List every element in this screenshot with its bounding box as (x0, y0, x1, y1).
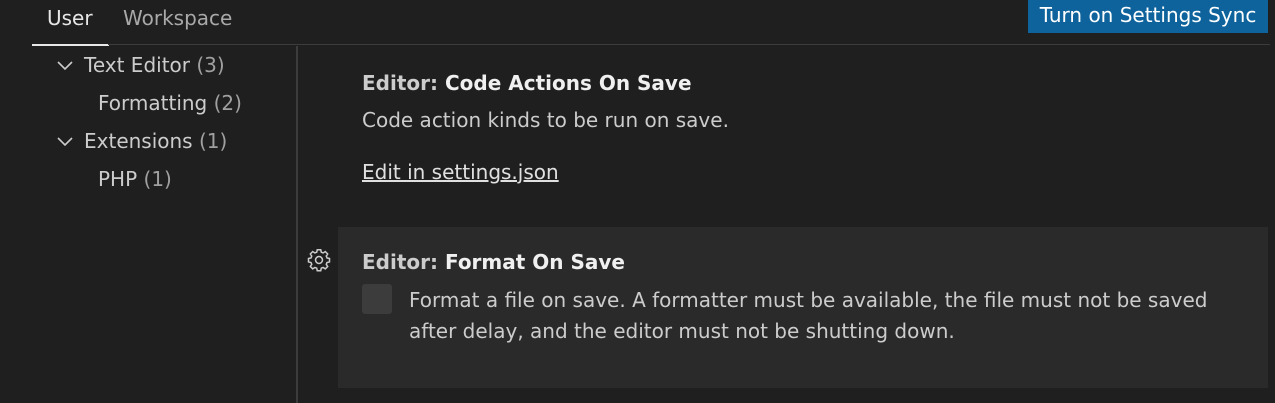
toc-item-label: Formatting (98, 91, 208, 115)
setting-name: Code Actions On Save (444, 71, 692, 95)
setting-category: Editor: (362, 250, 445, 274)
turn-on-settings-sync-button[interactable]: Turn on Settings Sync (1028, 0, 1268, 33)
toc-item-extensions[interactable]: Extensions (1) (84, 128, 227, 154)
toc-item-count: (1) (143, 167, 172, 191)
edit-in-settings-json-link[interactable]: Edit in settings.json (362, 158, 559, 186)
setting-category: Editor: (362, 71, 445, 95)
setting-title-code-actions-on-save: Editor: Code Actions On Save (362, 69, 692, 97)
toc-item-count: (1) (198, 129, 228, 153)
toc-item-label: Extensions (84, 129, 193, 153)
setting-title-format-on-save: Editor: Format On Save (362, 248, 625, 276)
sash-divider[interactable] (296, 46, 298, 403)
header-divider (108, 44, 1270, 45)
toc-item-formatting[interactable]: Formatting (2) (98, 90, 242, 116)
toc-item-count: (2) (213, 91, 242, 115)
toc-item-count: (3) (196, 53, 225, 77)
setting-description: Format a file on save. A formatter must … (409, 288, 1208, 343)
chevron-down-icon[interactable] (55, 56, 75, 76)
gear-icon[interactable] (306, 247, 332, 273)
toc-item-label: PHP (98, 167, 138, 191)
toc-item-php[interactable]: PHP (1) (98, 166, 172, 192)
active-tab-indicator (32, 44, 109, 46)
setting-description: Code action kinds to be run on save. (362, 108, 729, 132)
setting-name: Format On Save (444, 250, 625, 274)
chevron-down-icon[interactable] (55, 132, 75, 152)
format-on-save-checkbox[interactable] (362, 284, 392, 314)
tab-workspace[interactable]: Workspace (123, 4, 232, 32)
toc-item-text-editor[interactable]: Text Editor (3) (84, 52, 225, 78)
toc-item-label: Text Editor (84, 53, 190, 77)
tab-user[interactable]: User (47, 4, 93, 32)
